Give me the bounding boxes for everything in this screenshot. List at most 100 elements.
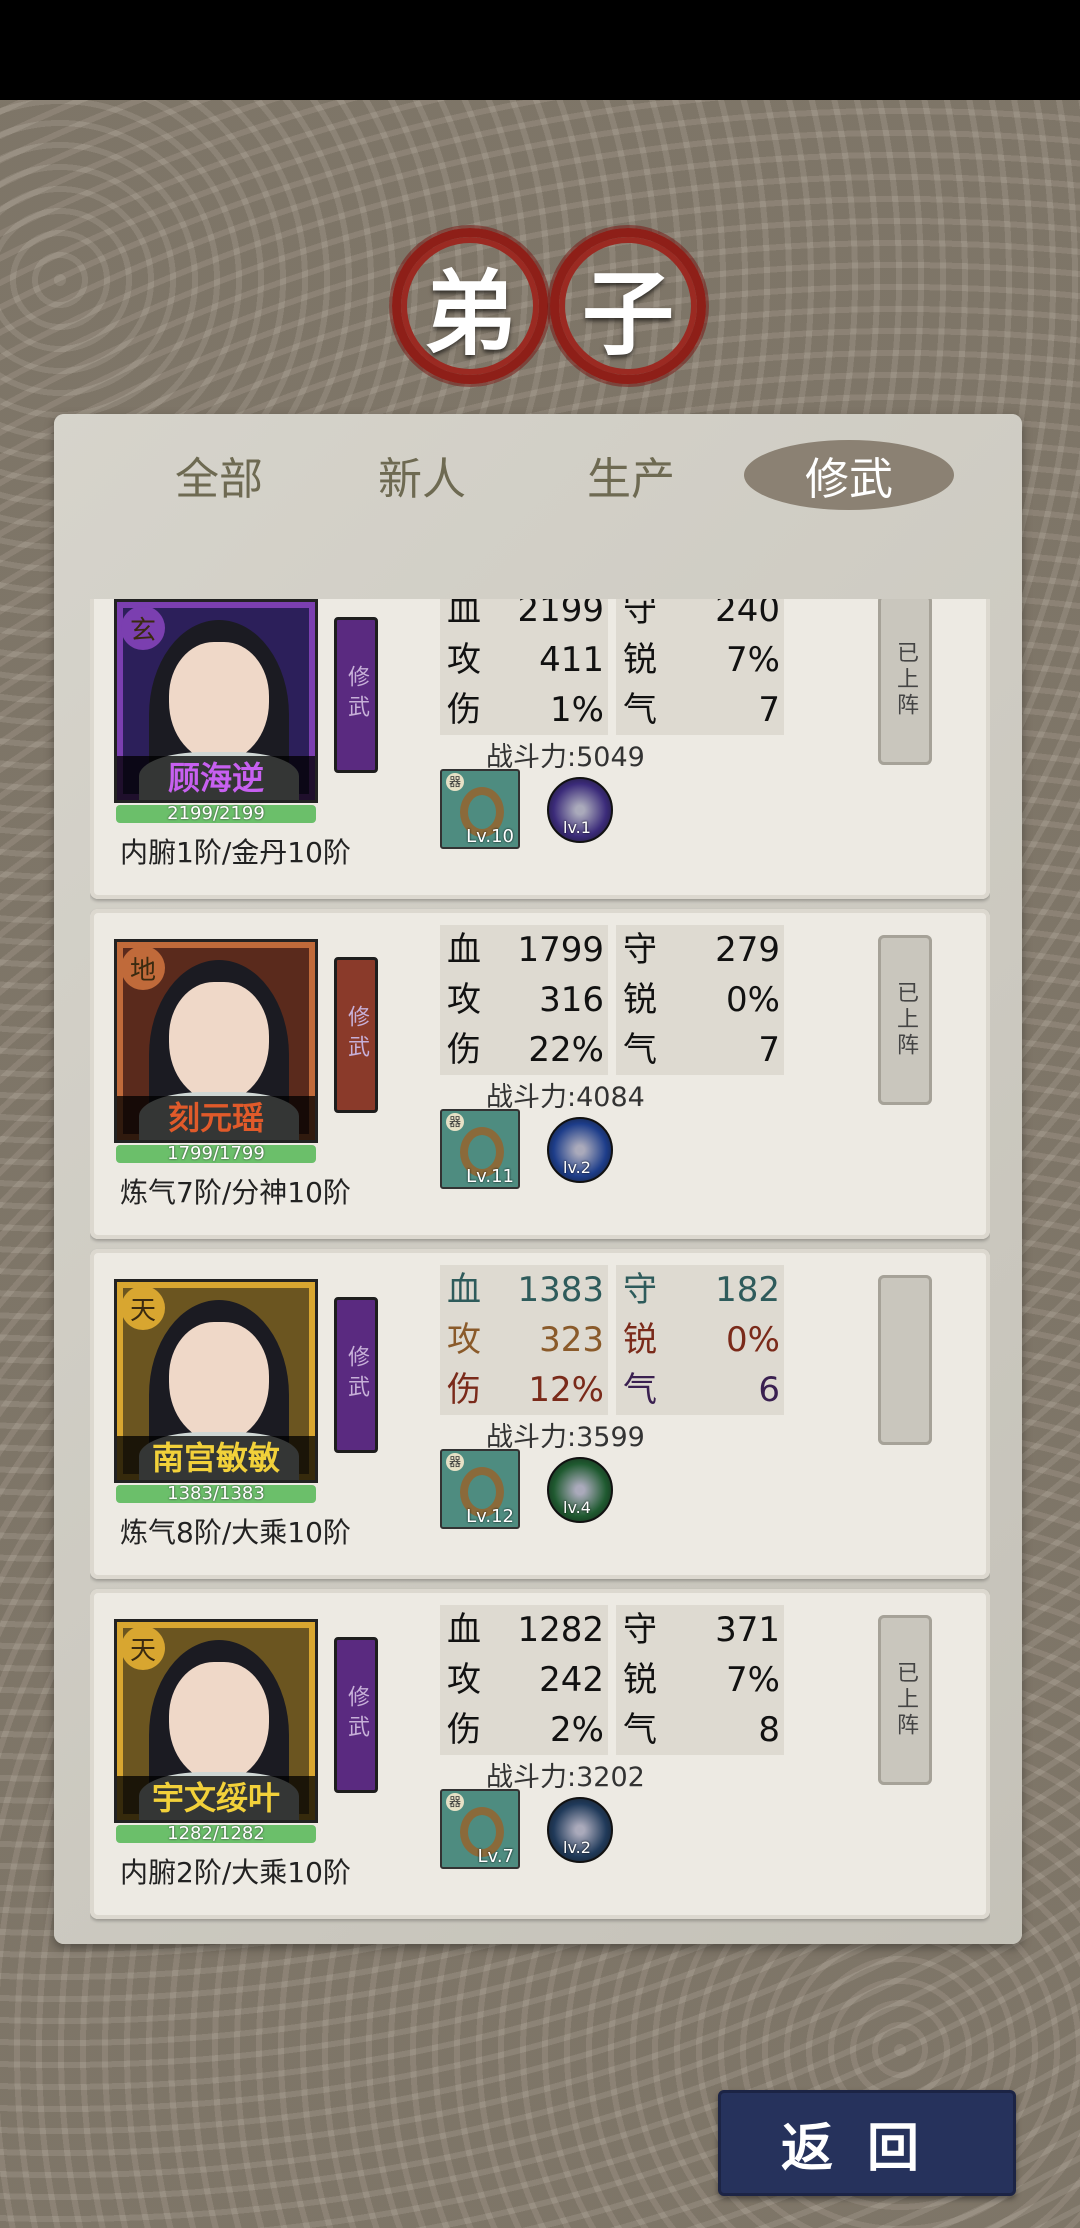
title-seal-2: 子	[550, 228, 706, 384]
attack-value: 316	[539, 980, 604, 1020]
back-button[interactable]: 返回	[718, 2090, 1016, 2196]
defense-label: 守	[623, 599, 657, 630]
damage-value: 2%	[550, 1710, 604, 1750]
sharp-label: 锐	[623, 1320, 657, 1360]
defense-value: 371	[715, 1610, 780, 1650]
qi-value: 7	[758, 690, 780, 730]
deploy-button[interactable]: 已上阵	[878, 1615, 932, 1785]
skill-level: lv.2	[563, 1158, 591, 1177]
portrait-face	[169, 982, 269, 1102]
equipment-slot[interactable]: 器 Lv.7	[440, 1789, 520, 1869]
qi-label: 气	[623, 1030, 657, 1070]
damage-label: 伤	[447, 1710, 481, 1750]
tab-new[interactable]: 新人	[337, 440, 507, 510]
deploy-button[interactable]	[878, 1275, 932, 1445]
rank-badge: 地	[121, 946, 165, 990]
disciple-name: 南宫敏敏	[117, 1436, 315, 1480]
attack-value: 323	[539, 1320, 604, 1360]
item-level: Lv.12	[466, 1506, 514, 1527]
sharp-label: 锐	[623, 1660, 657, 1700]
cultivation-realm: 炼气7阶/分神10阶	[120, 1176, 351, 1209]
blood-label: 血	[447, 1610, 481, 1650]
disciple-portrait[interactable]: 玄 顾海逆	[114, 599, 318, 803]
attack-value: 242	[539, 1660, 604, 1700]
sharp-value: 0%	[726, 980, 780, 1020]
cultivation-realm: 内腑2阶/大乘10阶	[120, 1856, 351, 1889]
equipment-slot[interactable]: 器 Lv.10	[440, 769, 520, 849]
martial-tag: 修武	[334, 1297, 378, 1453]
item-level: Lv.10	[466, 826, 514, 847]
defense-value: 279	[715, 930, 780, 970]
blood-value: 1282	[517, 1610, 604, 1650]
item-rank-icon: 器	[446, 1453, 464, 1471]
equipment-slot[interactable]: 器 Lv.12	[440, 1449, 520, 1529]
stats-grid: 血 2199 守 240 攻 411 锐 7% 伤 1% 气 7	[440, 599, 784, 735]
sharp-value: 0%	[726, 1320, 780, 1360]
portrait-face	[169, 1322, 269, 1442]
disciple-portrait[interactable]: 天 南宫敏敏	[114, 1279, 318, 1483]
equipment-slot[interactable]: 器 Lv.11	[440, 1109, 520, 1189]
disciple-portrait[interactable]: 天 宇文绥叶	[114, 1619, 318, 1823]
blood-value: 2199	[517, 599, 604, 630]
rank-badge: 天	[121, 1286, 165, 1330]
rank-badge: 玄	[121, 606, 165, 650]
disciple-name: 顾海逆	[117, 756, 315, 800]
damage-value: 12%	[528, 1370, 604, 1410]
qi-value: 7	[758, 1030, 780, 1070]
stats-grid: 血 1799 守 279 攻 316 锐 0% 伤 22% 气 7	[440, 925, 784, 1075]
disciple-card[interactable]: 天 宇文绥叶 1282/1282 内腑2阶/大乘10阶 修武 血 1282 守 …	[90, 1589, 990, 1919]
damage-label: 伤	[447, 1030, 481, 1070]
defense-label: 守	[623, 930, 657, 970]
blood-value: 1383	[517, 1270, 604, 1310]
tab-production[interactable]: 生产	[546, 440, 716, 510]
item-rank-icon: 器	[446, 1113, 464, 1131]
hp-bar: 1799/1799	[116, 1145, 316, 1163]
tab-martial[interactable]: 修武	[744, 440, 954, 510]
item-rank-icon: 器	[446, 773, 464, 791]
damage-value: 22%	[528, 1030, 604, 1070]
hp-bar: 1383/1383	[116, 1485, 316, 1503]
skill-orb-icon[interactable]: lv.2	[547, 1797, 613, 1863]
skill-orb-icon[interactable]: lv.4	[547, 1457, 613, 1523]
cultivation-realm: 内腑1阶/金丹10阶	[120, 836, 351, 869]
blood-label: 血	[447, 599, 481, 630]
sharp-value: 7%	[726, 640, 780, 680]
disciple-card[interactable]: 地 刻元瑶 1799/1799 炼气7阶/分神10阶 修武 血 1799 守 2…	[90, 909, 990, 1239]
qi-value: 8	[758, 1710, 780, 1750]
disciple-card[interactable]: 天 南宫敏敏 1383/1383 炼气8阶/大乘10阶 修武 血 1383 守 …	[90, 1249, 990, 1579]
deploy-button[interactable]: 已上阵	[878, 935, 932, 1105]
skill-level: lv.2	[563, 1838, 591, 1857]
hp-bar: 1282/1282	[116, 1825, 316, 1843]
attack-value: 411	[539, 640, 604, 680]
defense-label: 守	[623, 1270, 657, 1310]
attack-label: 攻	[447, 640, 481, 680]
skill-orb-icon[interactable]: lv.1	[547, 777, 613, 843]
disciple-card[interactable]: 玄 顾海逆 2199/2199 内腑1阶/金丹10阶 修武 血 2199 守 2…	[90, 599, 990, 899]
skill-level: lv.1	[563, 818, 591, 837]
attack-label: 攻	[447, 1320, 481, 1360]
defense-value: 240	[715, 599, 780, 630]
sharp-label: 锐	[623, 980, 657, 1020]
status-bar	[0, 0, 1080, 100]
skill-orb-icon[interactable]: lv.2	[547, 1117, 613, 1183]
disciple-list[interactable]: 玄 顾海逆 2199/2199 内腑1阶/金丹10阶 修武 血 2199 守 2…	[90, 599, 990, 1929]
cultivation-realm: 炼气8阶/大乘10阶	[120, 1516, 351, 1549]
blood-label: 血	[447, 930, 481, 970]
disciple-portrait[interactable]: 地 刻元瑶	[114, 939, 318, 1143]
portrait-face	[169, 642, 269, 762]
disciple-name: 宇文绥叶	[117, 1776, 315, 1820]
title-seal-1: 弟	[392, 228, 548, 384]
blood-value: 1799	[517, 930, 604, 970]
qi-value: 6	[758, 1370, 780, 1410]
stats-grid: 血 1282 守 371 攻 242 锐 7% 伤 2% 气 8	[440, 1605, 784, 1755]
qi-label: 气	[623, 690, 657, 730]
defense-value: 182	[715, 1270, 780, 1310]
sharp-value: 7%	[726, 1660, 780, 1700]
attack-label: 攻	[447, 1660, 481, 1700]
deploy-button[interactable]: 已上阵	[878, 599, 932, 765]
tab-all[interactable]: 全部	[134, 440, 304, 510]
martial-tag: 修武	[334, 957, 378, 1113]
item-level: Lv.7	[477, 1846, 514, 1867]
blood-label: 血	[447, 1270, 481, 1310]
tab-bar: 全部 新人 生产 修武	[54, 414, 1022, 524]
